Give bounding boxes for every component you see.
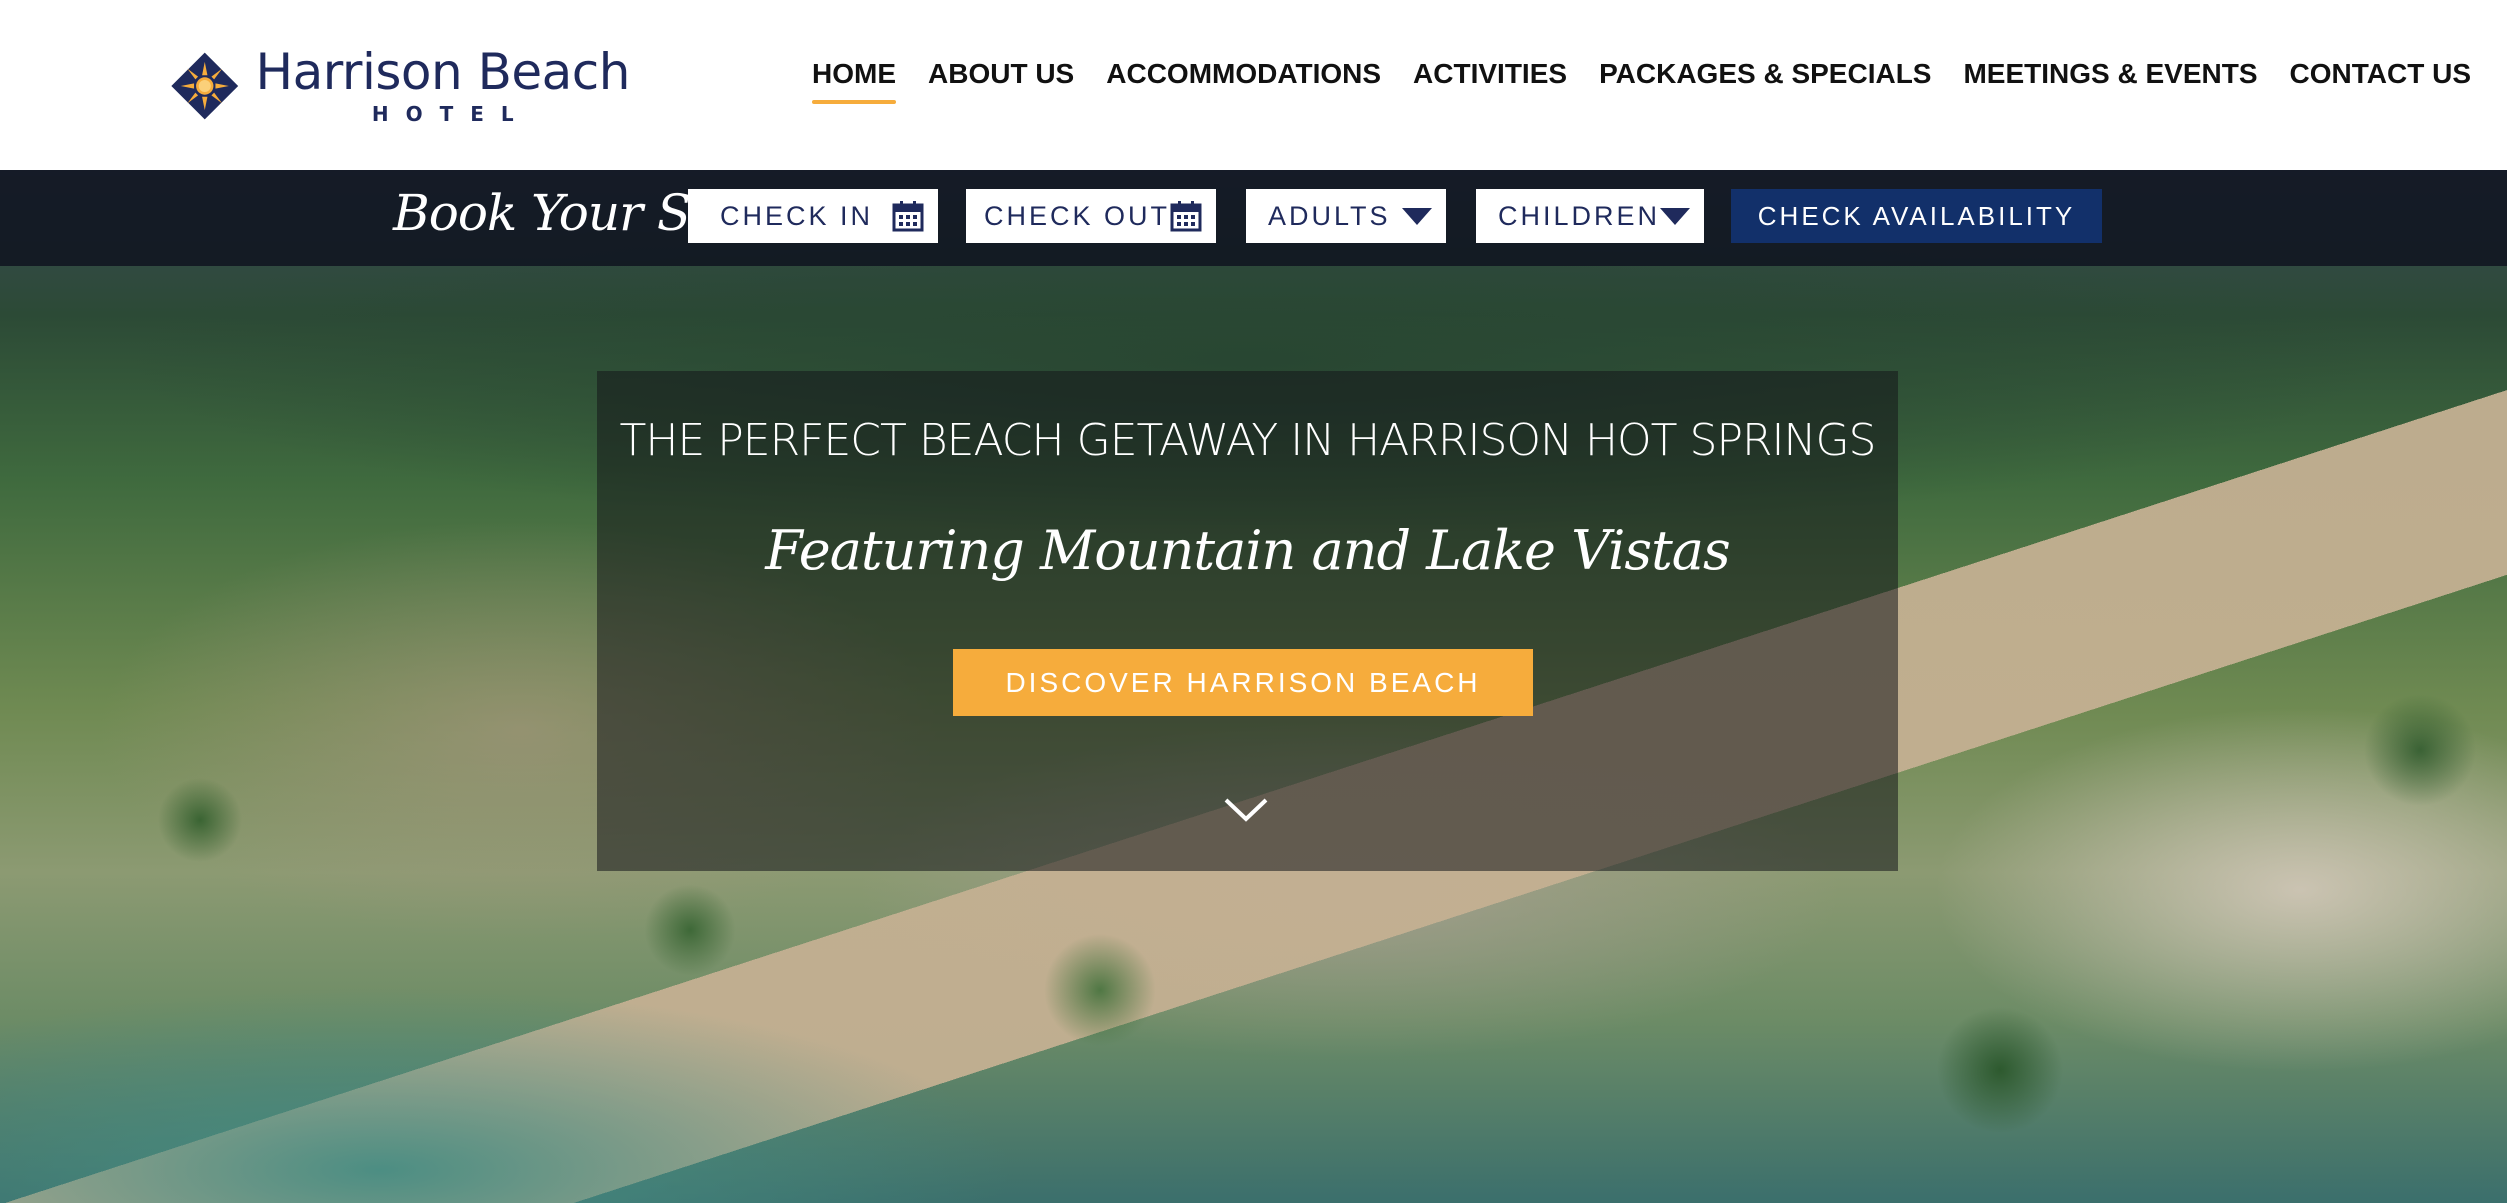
site-header: Harrison Beach HOTEL HOME ABOUT US ACCOM…	[0, 0, 2507, 170]
caret-down-icon	[1402, 207, 1432, 225]
hero-card: THE PERFECT BEACH GETAWAY IN HARRISON HO…	[597, 371, 1898, 871]
check-out-field[interactable]: CHECK OUT	[966, 189, 1216, 243]
logo-name: Harrison Beach	[255, 42, 631, 101]
caret-down-icon	[1660, 207, 1691, 225]
nav-packages-specials[interactable]: PACKAGES & SPECIALS	[1599, 58, 1931, 90]
children-label: CHILDREN	[1498, 200, 1661, 231]
check-in-field[interactable]: CHECK IN	[688, 189, 938, 243]
calendar-icon	[1170, 201, 1202, 232]
discover-harrison-beach-button[interactable]: DISCOVER HARRISON BEACH	[953, 649, 1533, 716]
check-in-label: CHECK IN	[720, 200, 874, 231]
nav-home[interactable]: HOME	[812, 58, 897, 104]
nav-contact-us[interactable]: CONTACT US	[2290, 58, 2471, 90]
calendar-icon	[892, 201, 924, 232]
logo[interactable]: Harrison Beach HOTEL	[170, 18, 631, 153]
chevron-down-icon[interactable]	[1223, 797, 1269, 823]
adults-select[interactable]: ADULTS	[1246, 189, 1446, 243]
check-out-label: CHECK OUT	[984, 200, 1171, 231]
nav-accommodations[interactable]: ACCOMMODATIONS	[1106, 58, 1381, 90]
children-select[interactable]: CHILDREN	[1476, 189, 1704, 243]
check-availability-button[interactable]: CHECK AVAILABILITY	[1731, 189, 2102, 243]
hero-banner: Book Your Stay CHECK IN CHECK OUT ADULTS	[0, 170, 2507, 1203]
nav-activities[interactable]: ACTIVITIES	[1413, 58, 1567, 90]
main-nav: HOME ABOUT US ACCOMMODATIONS ACTIVITIES …	[780, 50, 2471, 104]
booking-bar: Book Your Stay CHECK IN CHECK OUT ADULTS	[0, 170, 2507, 266]
nav-meetings-events[interactable]: MEETINGS & EVENTS	[1963, 58, 2257, 90]
logo-subtitle: HOTEL	[371, 101, 531, 126]
sun-logo-icon	[171, 52, 239, 119]
hero-headline: THE PERFECT BEACH GETAWAY IN HARRISON HO…	[619, 415, 1877, 466]
nav-about-us[interactable]: ABOUT US	[928, 58, 1074, 90]
hero-subheadline: Featuring Mountain and Lake Vistas	[765, 519, 1730, 582]
adults-label: ADULTS	[1268, 200, 1391, 231]
